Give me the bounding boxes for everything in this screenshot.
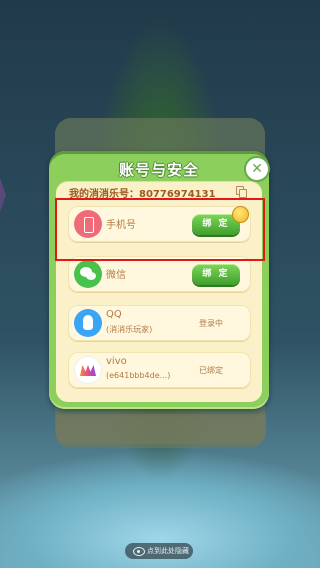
dialog-title: 账号与安全 — [118, 161, 199, 179]
qq-icon — [74, 309, 102, 337]
qq-sublabel: (消消乐玩家) — [106, 325, 153, 334]
vivo-status: 已绑定 — [199, 366, 223, 375]
vivo-label: vivo — [106, 356, 127, 367]
close-icon: ✕ — [251, 161, 263, 177]
qq-label: QQ — [106, 309, 122, 320]
wechat-bind-row: 微信 绑 定 — [68, 256, 251, 292]
eye-icon — [133, 547, 145, 556]
highlight-box — [55, 198, 265, 261]
close-button[interactable]: ✕ — [244, 156, 270, 182]
copy-icon[interactable] — [236, 186, 247, 198]
wechat-label: 微信 — [106, 270, 126, 281]
qq-status: 登录中 — [199, 319, 223, 328]
hide-hint-button[interactable]: 点到此处隐藏 — [125, 543, 193, 559]
vivo-row: vivo (e641bbb4de...) 已绑定 — [68, 352, 251, 388]
bind-wechat-button[interactable]: 绑 定 — [192, 264, 240, 285]
vivo-icon — [74, 356, 102, 384]
vivo-sublabel: (e641bbb4de...) — [106, 371, 171, 380]
background-panel-bottom — [56, 414, 266, 444]
hide-hint-text: 点到此处隐藏 — [147, 547, 189, 555]
wechat-icon — [74, 260, 102, 288]
qq-row: QQ (消消乐玩家) 登录中 — [68, 305, 251, 341]
